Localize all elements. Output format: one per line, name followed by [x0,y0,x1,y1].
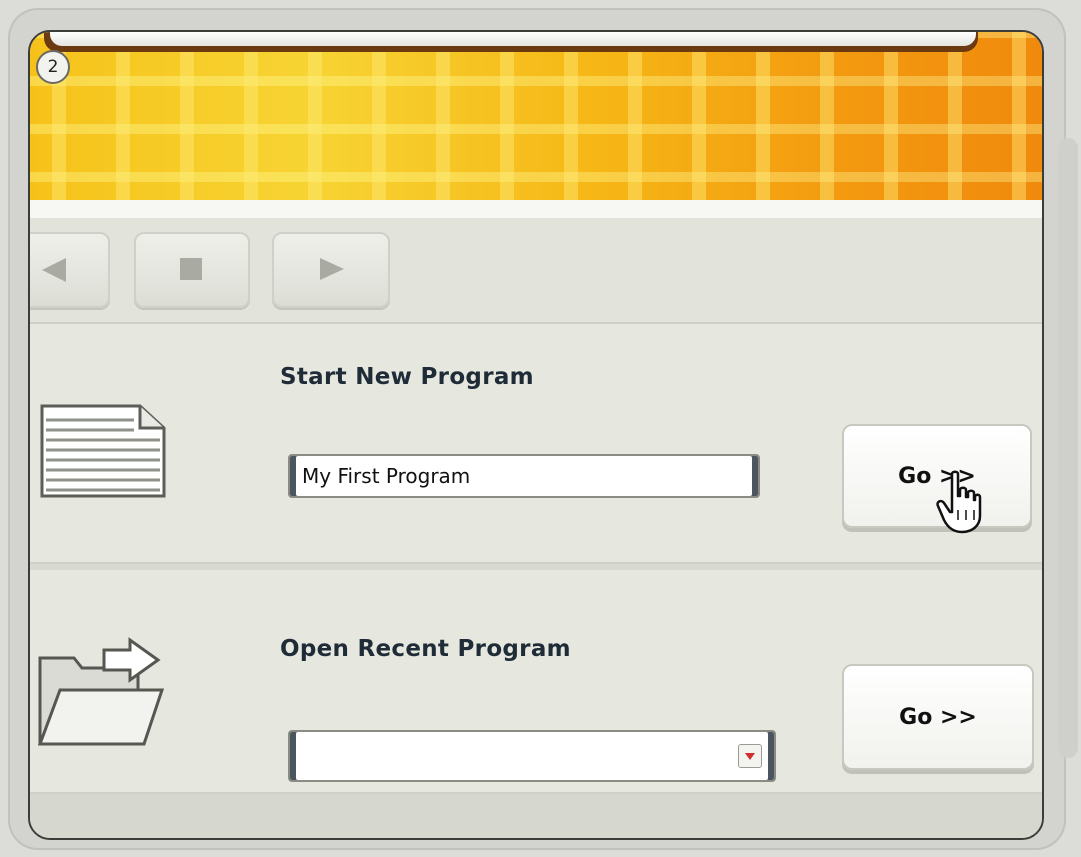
header-banner: 2 [30,32,1042,200]
start-new-title: Start New Program [280,364,534,390]
forward-button[interactable] [272,232,390,308]
nav-toolbar [30,218,1042,324]
hand-cursor-icon [936,470,982,534]
stop-button[interactable] [134,232,250,308]
folder-open-icon [37,637,165,746]
document-icon [40,404,166,498]
banner-separator [30,200,1042,218]
chevron-down-icon[interactable] [738,744,762,768]
square-stop-icon [180,258,202,280]
start-new-section: Start New Program Go >> [30,324,1042,562]
recent-program-select[interactable] [288,730,776,782]
frame-notch [1058,138,1078,758]
step-badge: 2 [36,50,70,84]
triangle-left-icon [42,258,66,282]
footer-strip [30,792,1042,838]
open-recent-title: Open Recent Program [280,636,571,662]
open-recent-go-button[interactable]: Go >> [842,664,1034,770]
program-name-input[interactable] [288,454,760,498]
back-button[interactable] [30,232,110,308]
open-recent-section: Open Recent Program Go >> [30,570,1042,792]
banner-topbar [44,32,978,52]
triangle-right-icon [320,258,344,280]
start-panel: 2 Start New Program My First Program Go … [28,30,1044,840]
